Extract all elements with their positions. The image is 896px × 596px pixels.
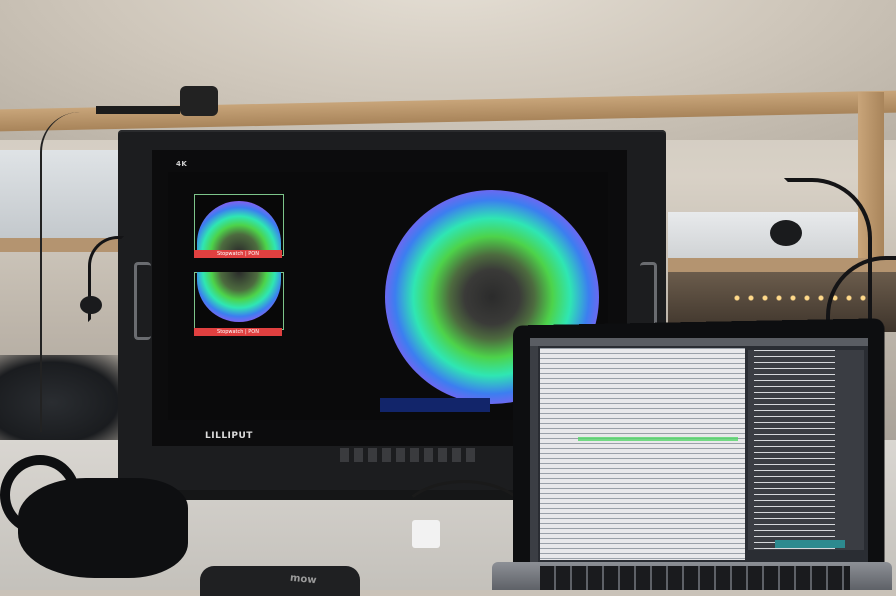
scope-label-bottom: Stopwatch | PON xyxy=(194,328,282,336)
power-adapter xyxy=(412,520,440,548)
laptop-terminal-window xyxy=(748,350,864,550)
laptop-menubar xyxy=(530,338,868,346)
laptop-taskbar-accent xyxy=(775,540,845,548)
scope-label-top: Stopwatch | PON xyxy=(194,250,282,258)
monitor-button-row xyxy=(340,448,480,462)
monitor-handle-left xyxy=(134,262,151,340)
code-highlight-line xyxy=(578,437,738,441)
headphones xyxy=(18,478,188,578)
laptop-keyboard xyxy=(540,566,850,590)
laptop-side-panel xyxy=(530,346,538,562)
camera-arm xyxy=(96,106,180,114)
lamp-head-right xyxy=(770,220,802,246)
blue-overlay-strip xyxy=(380,398,490,412)
lamp-head-left xyxy=(80,296,102,314)
monitor-brand-logo: LILLIPUT xyxy=(205,431,253,441)
dark-box xyxy=(200,566,360,596)
monitor-4k-badge: 4K xyxy=(176,160,188,168)
laptop-code-window xyxy=(540,348,745,560)
camera-icon xyxy=(180,86,218,116)
